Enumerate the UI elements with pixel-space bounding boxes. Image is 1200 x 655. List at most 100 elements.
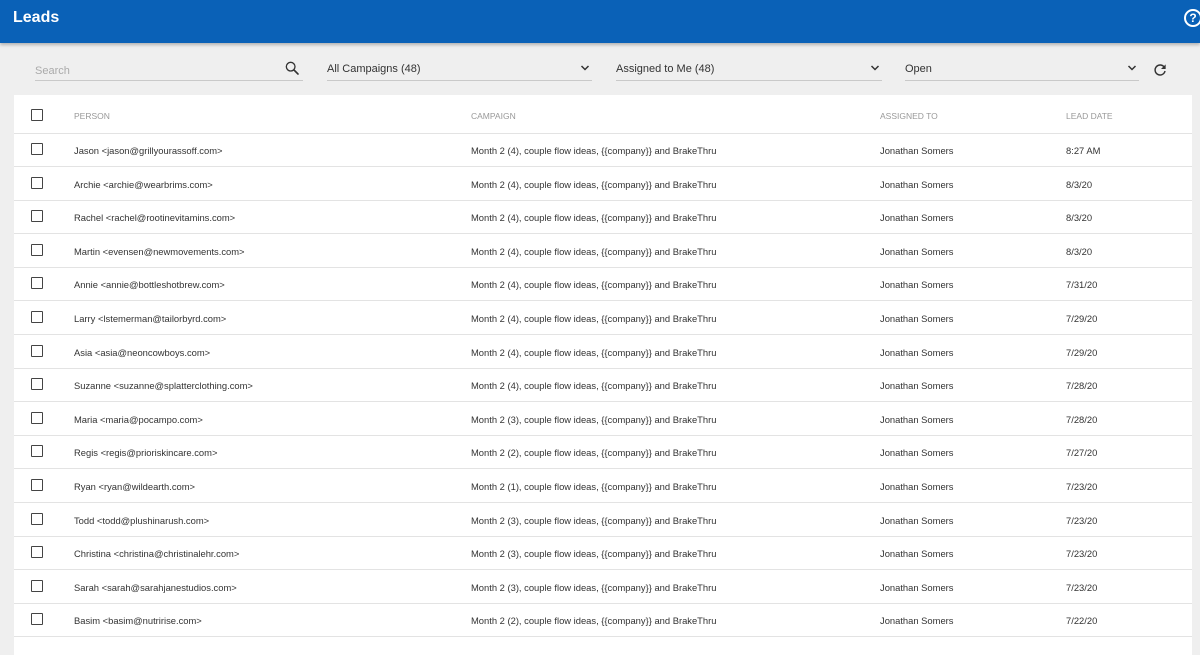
column-header-assigned-to[interactable]: ASSIGNED TO [880, 111, 938, 121]
lead-assigned-to: Jonathan Somers [880, 615, 954, 627]
table-row[interactable]: Christina <christina@christinalehr.com> M… [14, 536, 1192, 571]
lead-assigned-to: Jonathan Somers [880, 346, 954, 358]
lead-campaign: Month 2 (3), couple flow ideas, {{compan… [471, 413, 717, 425]
table-row[interactable]: Regis <regis@prioriskincare.com> Month 2 … [14, 435, 1192, 470]
column-header-campaign[interactable]: CAMPAIGN [471, 111, 516, 121]
chevron-down-icon [1127, 65, 1137, 71]
lead-campaign: Month 2 (2), couple flow ideas, {{compan… [471, 447, 717, 459]
lead-assigned-to: Jonathan Somers [880, 279, 954, 291]
campaign-filter-select[interactable]: All Campaigns (48) [327, 60, 592, 81]
table-row[interactable]: Martin <evensen@newmovements.com> Month 2… [14, 234, 1192, 268]
lead-campaign: Month 2 (1), couple flow ideas, {{compan… [471, 481, 717, 492]
lead-campaign: Month 2 (4), couple flow ideas, {{compan… [471, 346, 717, 358]
row-checkbox[interactable] [31, 411, 43, 424]
table-row[interactable]: Sarah <sarah@sarahjanestudios.com> Month … [14, 570, 1192, 604]
search-icon[interactable] [284, 60, 300, 76]
lead-date: 8:27 AM [1066, 145, 1101, 156]
table-row[interactable]: Basim <basim@nutririse.com> Month 2 (2), … [14, 603, 1192, 638]
lead-assigned-to: Jonathan Somers [880, 447, 954, 459]
lead-date: 7/29/20 [1066, 346, 1098, 358]
status-filter-select[interactable]: Open [905, 60, 1139, 81]
chevron-down-icon [580, 65, 590, 71]
select-all-checkbox[interactable] [31, 109, 43, 121]
lead-date: 7/28/20 [1066, 380, 1098, 392]
table-row[interactable]: Asia <asia@neoncowboys.com> Month 2 (4), … [14, 335, 1192, 369]
lead-campaign: Month 2 (4), couple flow ideas, {{compan… [471, 380, 717, 392]
app-header: Leads ? [0, 0, 1200, 43]
row-checkbox[interactable] [31, 613, 43, 626]
search-input[interactable] [35, 62, 265, 80]
lead-campaign: Month 2 (4), couple flow ideas, {{compan… [471, 212, 717, 224]
leads-table: PERSON CAMPAIGN ASSIGNED TO LEAD DATE Ja… [14, 95, 1192, 655]
lead-assigned-to: Jonathan Somers [880, 313, 954, 324]
row-checkbox[interactable] [31, 512, 43, 525]
lead-date: 7/29/20 [1066, 313, 1098, 324]
lead-person: Maria <maria@pocampo.com> [74, 413, 203, 425]
lead-person: Asia <asia@neoncowboys.com> [74, 346, 211, 358]
row-checkbox[interactable] [31, 210, 43, 223]
table-row[interactable]: Annie <annie@bottleshotbrew.com> Month 2 … [14, 267, 1192, 302]
lead-date: 8/3/20 [1066, 245, 1093, 257]
lead-person: Ryan <ryan@wildearth.com> [74, 481, 196, 492]
lead-person: Sarah <sarah@sarahjanestudios.com> [74, 581, 237, 593]
lead-date: 7/22/20 [1066, 615, 1098, 627]
lead-assigned-to: Jonathan Somers [880, 380, 954, 392]
campaign-filter-value: All Campaigns (48) [327, 63, 421, 75]
table-header: PERSON CAMPAIGN ASSIGNED TO LEAD DATE [14, 95, 1192, 134]
lead-assigned-to: Jonathan Somers [880, 245, 954, 257]
lead-date: 8/3/20 [1066, 212, 1093, 224]
lead-person: Larry <lstemerman@tailorbyrd.com> [74, 313, 227, 324]
lead-campaign: Month 2 (3), couple flow ideas, {{compan… [471, 548, 717, 560]
lead-person: Christina <christina@christinalehr.com> [74, 548, 240, 560]
column-header-person[interactable]: PERSON [74, 111, 110, 121]
column-header-lead-date[interactable]: LEAD DATE [1066, 111, 1113, 121]
lead-campaign: Month 2 (4), couple flow ideas, {{compan… [471, 313, 717, 324]
row-checkbox[interactable] [31, 243, 43, 256]
lead-date: 7/23/20 [1066, 514, 1098, 526]
row-checkbox[interactable] [31, 445, 43, 458]
row-checkbox[interactable] [31, 579, 43, 592]
lead-assigned-to: Jonathan Somers [880, 413, 954, 425]
lead-campaign: Month 2 (3), couple flow ideas, {{compan… [471, 514, 717, 526]
table-row[interactable]: Rachel <rachel@rootinevitamins.com> Month… [14, 200, 1192, 235]
table-row[interactable]: Larry <lstemerman@tailorbyrd.com> Month 2… [14, 301, 1192, 335]
lead-campaign: Month 2 (3), couple flow ideas, {{compan… [471, 581, 717, 593]
lead-assigned-to: Jonathan Somers [880, 548, 954, 560]
table-row[interactable]: Suzanne <suzanne@splatterclothing.com> Mo… [14, 368, 1192, 403]
assignee-filter-value: Assigned to Me (48) [616, 63, 715, 75]
row-checkbox[interactable] [31, 344, 43, 357]
help-icon[interactable]: ? [1184, 9, 1200, 27]
table-row[interactable]: Maria <maria@pocampo.com> Month 2 (3), co… [14, 402, 1192, 436]
lead-campaign: Month 2 (2), couple flow ideas, {{compan… [471, 615, 717, 627]
lead-person: Martin <evensen@newmovements.com> [74, 245, 245, 257]
lead-person: Rachel <rachel@rootinevitamins.com> [74, 212, 236, 224]
lead-person: Basim <basim@nutririse.com> [74, 615, 202, 627]
lead-assigned-to: Jonathan Somers [880, 514, 954, 526]
lead-date: 7/28/20 [1066, 413, 1098, 425]
table-row[interactable]: Todd <todd@plushinarush.com> Month 2 (3),… [14, 503, 1192, 537]
table-row[interactable]: Ryan <ryan@wildearth.com> Month 2 (1), co… [14, 469, 1192, 503]
row-checkbox[interactable] [31, 143, 43, 155]
lead-person: Todd <todd@plushinarush.com> [74, 514, 210, 526]
lead-date: 7/23/20 [1066, 581, 1098, 593]
lead-person: Archie <archie@wearbrims.com> [74, 178, 213, 190]
lead-campaign: Month 2 (4), couple flow ideas, {{compan… [471, 145, 717, 156]
chevron-down-icon [870, 65, 880, 71]
lead-assigned-to: Jonathan Somers [880, 481, 954, 492]
lead-date: 8/3/20 [1066, 178, 1093, 190]
row-checkbox[interactable] [31, 311, 43, 323]
lead-person: Regis <regis@prioriskincare.com> [74, 447, 218, 459]
lead-campaign: Month 2 (4), couple flow ideas, {{compan… [471, 245, 717, 257]
lead-assigned-to: Jonathan Somers [880, 145, 954, 156]
row-checkbox[interactable] [31, 546, 43, 559]
refresh-icon[interactable] [1152, 62, 1168, 78]
row-checkbox[interactable] [31, 378, 43, 391]
row-checkbox[interactable] [31, 277, 43, 290]
table-row[interactable]: Archie <archie@wearbrims.com> Month 2 (4)… [14, 167, 1192, 201]
row-checkbox[interactable] [31, 479, 43, 491]
search-field [35, 60, 303, 81]
row-checkbox[interactable] [31, 176, 43, 189]
lead-date: 7/31/20 [1066, 279, 1098, 291]
assignee-filter-select[interactable]: Assigned to Me (48) [616, 60, 882, 81]
table-row[interactable]: Jason <jason@grillyourassoff.com> Month 2… [14, 133, 1192, 167]
